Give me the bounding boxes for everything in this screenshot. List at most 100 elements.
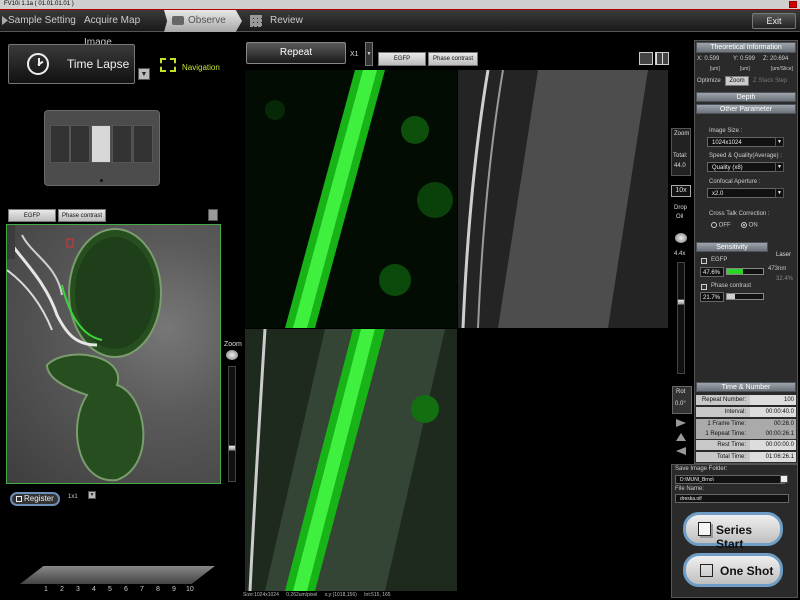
zoom-slider-thumb[interactable] <box>677 299 685 305</box>
map-zoom-slider[interactable] <box>228 366 236 482</box>
rotate-center-icon[interactable] <box>676 433 686 441</box>
repeat-dropdown-button[interactable]: ▼ <box>365 42 373 66</box>
zoom-slider[interactable] <box>677 262 685 374</box>
optimize-label: Optimize <box>697 78 721 84</box>
sensitivity-header: Sensitivity <box>696 242 768 252</box>
map-image[interactable] <box>6 224 221 484</box>
file-name-field[interactable]: dreska.oif <box>675 494 789 503</box>
depth-header[interactable]: Depth <box>696 92 796 102</box>
slide-cell-3-selected[interactable] <box>91 125 111 163</box>
rotate-cw-icon[interactable] <box>676 419 686 427</box>
image-size-dropdown-icon[interactable]: ▼ <box>775 137 784 147</box>
view-tab-egfp[interactable]: EGFP <box>378 52 426 66</box>
map-options-icon[interactable] <box>208 209 218 221</box>
cross-talk-on-radio[interactable]: ON <box>741 222 758 229</box>
repeat-number-label: Repeat Number: <box>701 397 746 403</box>
series-stack-icon <box>698 522 711 536</box>
slide-cell-1[interactable] <box>50 125 70 163</box>
window-close-icon[interactable] <box>789 1 797 8</box>
map-zoom-in-icon[interactable] <box>226 350 238 360</box>
phase-contrast-sensitivity-fill <box>727 294 735 299</box>
egfp-checkbox[interactable] <box>701 258 707 264</box>
register-label: Register <box>24 494 54 503</box>
confocal-aperture-dropdown-icon[interactable]: ▼ <box>775 188 784 198</box>
exit-button[interactable]: Exit <box>752 13 796 29</box>
speed-quality-select[interactable]: Quality (x8) <box>707 162 784 172</box>
zoom-label: Zoom <box>674 131 690 137</box>
optimize-zoom-button[interactable]: Zoom <box>725 76 749 86</box>
register-button[interactable]: Register <box>10 492 60 506</box>
single-view-icon[interactable] <box>639 52 653 65</box>
tab-sample-setting[interactable]: Sample Setting <box>6 10 82 32</box>
theory-z-unit: [um/Slice] <box>771 66 793 72</box>
confocal-aperture-label: Confocal Aperture : <box>709 179 761 185</box>
repeat-number-row: Repeat Number: 100 <box>696 395 796 405</box>
slide-cell-2[interactable] <box>70 125 90 163</box>
cross-talk-off-radio[interactable]: OFF <box>711 222 731 229</box>
phase-contrast-sensitivity-value[interactable]: 21.7% <box>700 292 724 302</box>
egfp-sensitivity-slider[interactable] <box>726 268 764 275</box>
slide-position-strip[interactable] <box>20 566 215 584</box>
tab-review-label: Review <box>270 15 303 26</box>
phase-contrast-sensitivity-slider[interactable] <box>726 293 764 300</box>
tab-acquire-map-image[interactable]: Acquire Map Image <box>82 10 168 48</box>
tab-review[interactable]: Review <box>248 10 308 32</box>
frame-time-label: 1 Frame Time: <box>707 421 746 427</box>
egfp-channel-image[interactable] <box>245 70 457 328</box>
egfp-laser-power: 32.4% <box>776 276 794 282</box>
status-intensity: Int:515, 165 <box>364 592 391 598</box>
egfp-channel-label: EGFP <box>711 257 728 263</box>
cross-talk-on-label: ON <box>748 222 758 229</box>
split-view-icon[interactable] <box>655 52 669 65</box>
time-lapse-mode-button[interactable]: Time Lapse <box>8 44 135 84</box>
oil-label: Oil <box>676 214 684 220</box>
rest-time-row: Rest Time: 00:00:00.0 <box>696 440 796 450</box>
phase-contrast-checkbox[interactable] <box>701 284 707 290</box>
repeat-time-value: 00:00:26.1 <box>750 429 796 439</box>
repeat-button[interactable]: Repeat <box>246 42 346 64</box>
merged-image[interactable] <box>245 329 457 591</box>
rest-time-label: Rest Time: <box>717 442 746 448</box>
map-tab-egfp[interactable]: EGFP <box>8 209 56 222</box>
phase-contrast-image[interactable] <box>458 70 668 328</box>
slide-cell-4[interactable] <box>112 125 132 163</box>
strip-number-2: 2 <box>60 586 64 593</box>
series-start-button[interactable]: Series Start <box>683 512 783 551</box>
rotate-ccw-icon[interactable] <box>676 447 686 455</box>
egfp-sensitivity-value[interactable]: 47.6% <box>700 267 724 277</box>
slide-cell-5[interactable] <box>133 125 153 163</box>
save-folder-label: Save Image Folder: <box>675 466 728 472</box>
z-stack-step-button[interactable]: Z Stack Step <box>753 78 787 84</box>
rotation-value: 0.0° <box>675 401 686 407</box>
image-size-select[interactable]: 1024x1024 <box>707 137 784 147</box>
camera-icon <box>172 16 184 25</box>
tab-observe[interactable]: Observe <box>164 10 242 32</box>
repeat-time-label: 1 Repeat Time: <box>705 431 746 437</box>
status-size: Size:1024x1024 <box>243 592 279 598</box>
single-frame-icon <box>700 564 713 577</box>
time-number-header: Time & Number <box>696 382 796 392</box>
scale-dropdown-button[interactable]: ▼ <box>88 491 96 499</box>
save-folder-field[interactable]: D:\MUNI_Brno\ <box>675 475 785 484</box>
scale-label: 1x1 <box>68 494 78 500</box>
strip-number-10: 10 <box>186 586 194 593</box>
browse-folder-icon[interactable] <box>780 475 788 483</box>
speed-quality-dropdown-icon[interactable]: ▼ <box>775 162 784 172</box>
confocal-aperture-select[interactable]: x2.0 <box>707 188 784 198</box>
egfp-image-svg <box>245 70 457 328</box>
map-zoom-slider-thumb[interactable] <box>228 445 236 451</box>
mode-dropdown-button[interactable]: ▼ <box>138 68 150 80</box>
interval-value[interactable]: 00:00:40.0 <box>750 407 796 417</box>
clock-icon <box>27 53 49 75</box>
zoom-in-icon[interactable] <box>675 233 687 243</box>
total-time-row: Total Time: 01:06:26.1 <box>696 452 796 462</box>
navigation-icon[interactable] <box>160 58 176 72</box>
map-tab-phase-contrast[interactable]: Phase contrast <box>58 209 106 222</box>
checkbox-icon <box>16 496 22 502</box>
one-shot-button[interactable]: One Shot <box>683 553 783 587</box>
repeat-number-value[interactable]: 100 <box>750 395 796 405</box>
repeat-count: X1 <box>350 51 359 58</box>
theory-z: Z: 20.694 <box>763 56 789 62</box>
view-tab-phase-contrast[interactable]: Phase contrast <box>428 52 478 66</box>
zoom-total-label: Total: <box>673 153 688 159</box>
